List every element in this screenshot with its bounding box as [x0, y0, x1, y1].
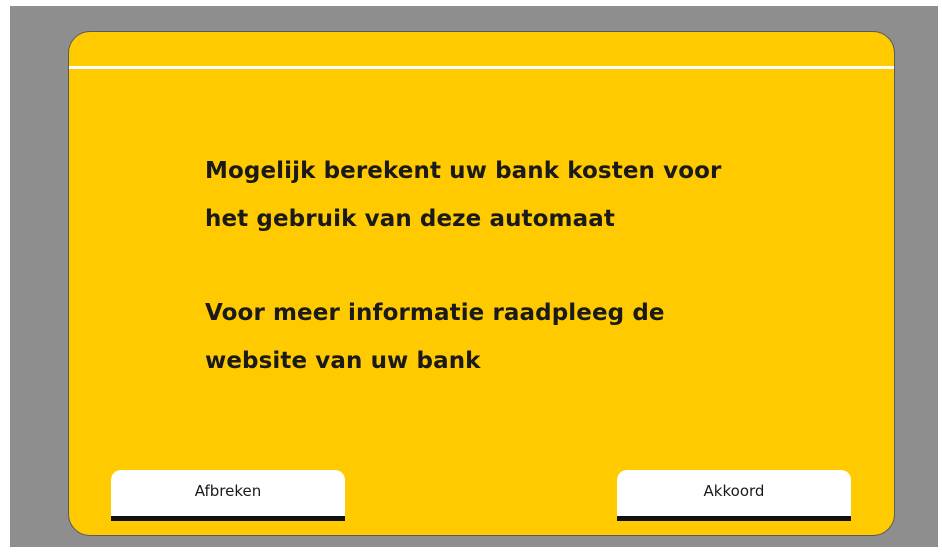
- fee-notice: Mogelijk berekent uw bank kosten voor he…: [205, 147, 825, 243]
- info-notice-line-2: website van uw bank: [205, 348, 481, 374]
- cancel-button-label: Afbreken: [194, 482, 262, 500]
- info-notice-line-1: Voor meer informatie raadpleeg de: [205, 300, 665, 326]
- cancel-button-underline: [111, 516, 345, 521]
- fee-notice-line-2: het gebruik van deze automaat: [205, 206, 615, 232]
- accept-button-underline: [617, 516, 851, 521]
- header-divider: [69, 66, 894, 69]
- info-notice: Voor meer informatie raadpleeg de websit…: [205, 289, 825, 385]
- accept-button-label: Akkoord: [703, 482, 765, 500]
- accept-button[interactable]: Akkoord: [617, 470, 851, 521]
- fee-notice-line-1: Mogelijk berekent uw bank kosten voor: [205, 158, 722, 184]
- cancel-button[interactable]: Afbreken: [111, 470, 345, 521]
- atm-screen: Mogelijk berekent uw bank kosten voor he…: [68, 31, 895, 536]
